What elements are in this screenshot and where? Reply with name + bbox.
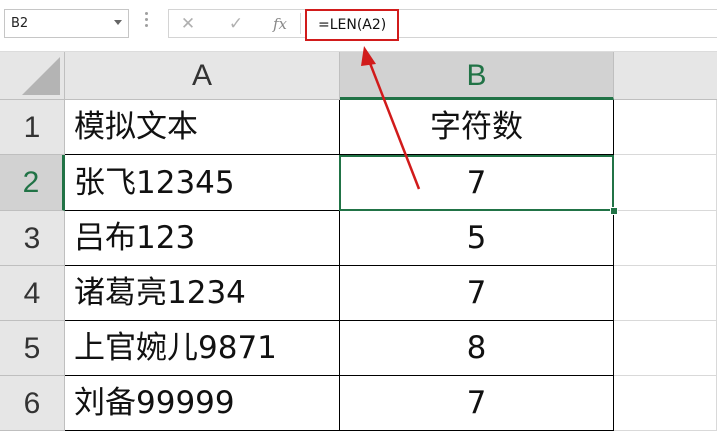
name-box-value: B2 (11, 16, 29, 31)
fill-handle[interactable] (610, 207, 618, 215)
formula-text: =LEN(A2) (318, 17, 387, 33)
insert-function-icon[interactable]: fx (268, 14, 292, 34)
spreadsheet-grid: A B 1 模拟文本 字符数 2 张飞12345 7 3 吕布123 5 4 诸… (0, 52, 717, 431)
cell-a6[interactable]: 刘备99999 (65, 376, 340, 431)
formula-bar-divider (300, 13, 301, 34)
formula-input[interactable]: =LEN(A2) (305, 9, 399, 41)
row-header-4[interactable]: 4 (0, 266, 65, 321)
cell-c4[interactable] (614, 266, 717, 321)
select-all-corner[interactable] (0, 52, 65, 100)
formula-bar: B2 ✕ ✓ fx =LEN(A2) (0, 0, 717, 52)
cell-c3[interactable] (614, 211, 717, 266)
formula-bar-panel: ✕ ✓ fx (168, 9, 717, 38)
cell-b2[interactable]: 7 (340, 155, 614, 211)
cell-c6[interactable] (614, 376, 717, 431)
cell-a4[interactable]: 诸葛亮1234 (65, 266, 340, 321)
cell-c1[interactable] (614, 100, 717, 155)
column-header-a[interactable]: A (65, 52, 340, 100)
cell-b4[interactable]: 7 (340, 266, 614, 321)
row-header-6[interactable]: 6 (0, 376, 65, 431)
cell-b3[interactable]: 5 (340, 211, 614, 266)
name-box[interactable]: B2 (4, 9, 129, 38)
cell-a1[interactable]: 模拟文本 (65, 100, 340, 155)
cell-c2[interactable] (614, 155, 717, 211)
row-header-5[interactable]: 5 (0, 321, 65, 376)
cancel-icon[interactable]: ✕ (176, 14, 200, 34)
column-header-c[interactable] (614, 52, 717, 100)
column-header-b[interactable]: B (340, 52, 614, 100)
row-header-1[interactable]: 1 (0, 100, 65, 155)
row-header-3[interactable]: 3 (0, 211, 65, 266)
cell-a2[interactable]: 张飞12345 (65, 155, 340, 211)
cell-b1[interactable]: 字符数 (340, 100, 614, 155)
cell-b6[interactable]: 7 (340, 376, 614, 431)
chevron-down-icon[interactable] (114, 20, 122, 25)
cell-c5[interactable] (614, 321, 717, 376)
row-header-2[interactable]: 2 (0, 155, 65, 211)
cell-a5[interactable]: 上官婉儿9871 (65, 321, 340, 376)
vertical-dots-icon[interactable] (145, 12, 148, 32)
cell-b5[interactable]: 8 (340, 321, 614, 376)
enter-check-icon[interactable]: ✓ (224, 14, 248, 34)
cell-a3[interactable]: 吕布123 (65, 211, 340, 266)
